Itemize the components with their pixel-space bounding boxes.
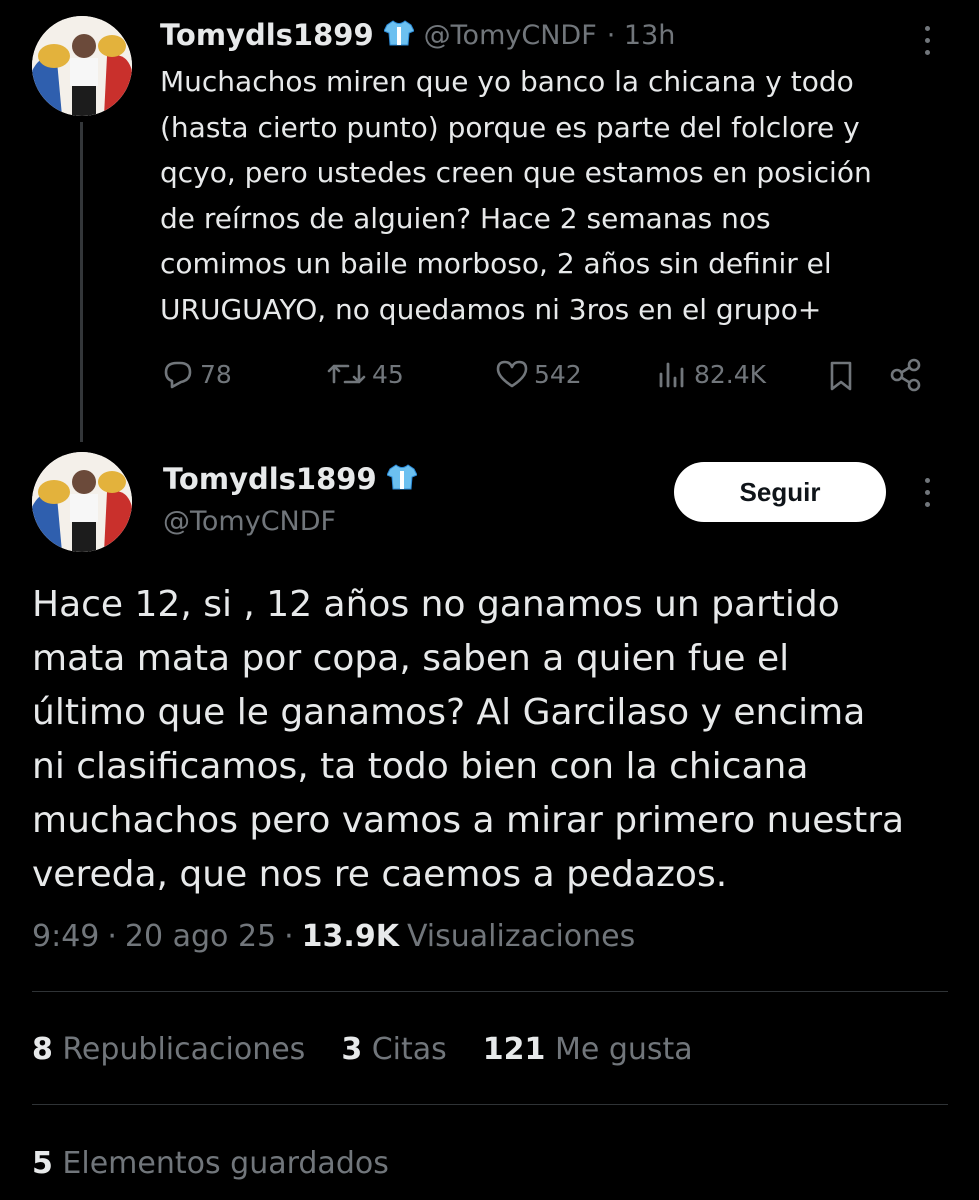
reply-button[interactable]: 78 — [160, 358, 232, 390]
separator: · — [107, 919, 117, 954]
display-name[interactable]: Tomydls1899 — [163, 462, 377, 496]
share-icon[interactable] — [888, 358, 924, 396]
views-count: 82.4K — [694, 359, 767, 389]
tweet-text: Hace 12, si , 12 años no ganamos un part… — [32, 578, 962, 902]
views-icon — [656, 358, 690, 390]
tweet-line: de reírnos de alguien? Hace 2 semanas no… — [160, 201, 771, 235]
views-count: 13.9K — [301, 919, 399, 954]
views-button[interactable]: 82.4K — [656, 358, 766, 390]
quotes-label: Citas — [371, 1032, 447, 1067]
bookmarks-stat[interactable]: 5 Elementos guardados — [32, 1146, 389, 1181]
reply-icon — [160, 358, 196, 390]
tweet-line: ni clasificamos, ta todo bien con la chi… — [32, 746, 809, 787]
like-count: 542 — [534, 359, 582, 389]
reposts-label: Republicaciones — [62, 1032, 306, 1067]
display-name[interactable]: Tomydls1899 — [160, 18, 374, 52]
bookmarks-label: Elementos guardados — [62, 1146, 389, 1181]
retweet-icon — [326, 358, 368, 390]
jersey-icon — [382, 19, 415, 51]
timestamp[interactable]: · 13h — [607, 20, 676, 51]
tweet-meta: 9:49 · 20 ago 25 · 13.9K Visualizaciones — [32, 919, 635, 954]
quotes-stat[interactable]: 3 Citas — [341, 1032, 446, 1067]
divider — [32, 991, 948, 992]
likes-label: Me gusta — [554, 1032, 693, 1067]
divider — [32, 1104, 948, 1105]
quotes-count: 3 — [341, 1032, 363, 1067]
tweet-line: comimos un baile morboso, 2 años sin def… — [160, 247, 832, 280]
handle[interactable]: @TomyCNDF — [163, 506, 336, 537]
tweet-line: qcyo, pero ustedes creen que estamos en … — [160, 156, 872, 189]
more-icon[interactable] — [925, 26, 930, 55]
reply-count: 78 — [200, 359, 232, 389]
bookmarks-count: 5 — [32, 1146, 53, 1181]
tweet-text: Muchachos miren que yo banco la chicana … — [160, 59, 960, 332]
tweet-time[interactable]: 9:49 — [32, 919, 99, 954]
tweet-line: último que le ganamos? Al Garcilaso y en… — [32, 692, 866, 733]
reply-header: Tomydls1899 @TomyCNDF · 13h — [160, 18, 675, 52]
avatar[interactable] — [32, 16, 132, 116]
likes-stat[interactable]: 121 Me gusta — [483, 1032, 693, 1067]
tweet-line: Muchachos miren que yo banco la chicana … — [160, 65, 854, 98]
separator: · — [284, 919, 294, 954]
like-button[interactable]: 542 — [494, 358, 582, 390]
reposts-stat[interactable]: 8 Republicaciones — [32, 1032, 305, 1067]
tweet-line: URUGUAYO, no quedamos ni 3ros en el grup… — [160, 292, 822, 326]
tweet-line: muchachos pero vamos a mirar primero nue… — [32, 800, 905, 841]
retweet-count: 45 — [372, 359, 404, 389]
tweet-line: Hace 12, si , 12 años no ganamos un part… — [32, 584, 840, 625]
views-label: Visualizaciones — [406, 919, 636, 954]
reposts-count: 8 — [32, 1032, 53, 1067]
tweet-line: (hasta cierto punto) porque es parte del… — [160, 110, 860, 144]
tweet-date[interactable]: 20 ago 25 — [125, 919, 276, 954]
tweet-line: vereda, que nos re caemos a pedazos. — [32, 854, 728, 895]
retweet-button[interactable]: 45 — [326, 358, 404, 390]
engagement-stats: 8 Republicaciones 3 Citas 121 Me gusta — [32, 1032, 693, 1067]
tweet-line: mata mata por copa, saben a quien fue el — [32, 638, 790, 679]
follow-button[interactable]: Seguir — [674, 462, 886, 522]
likes-count: 121 — [482, 1032, 546, 1067]
main-header: Tomydls1899 — [163, 462, 418, 496]
bookmark-icon[interactable] — [826, 359, 856, 397]
thread-line — [80, 122, 83, 442]
avatar[interactable] — [32, 452, 132, 552]
jersey-icon — [385, 463, 418, 495]
heart-icon — [494, 358, 530, 390]
handle[interactable]: @TomyCNDF — [424, 20, 597, 51]
more-icon[interactable] — [925, 478, 930, 507]
